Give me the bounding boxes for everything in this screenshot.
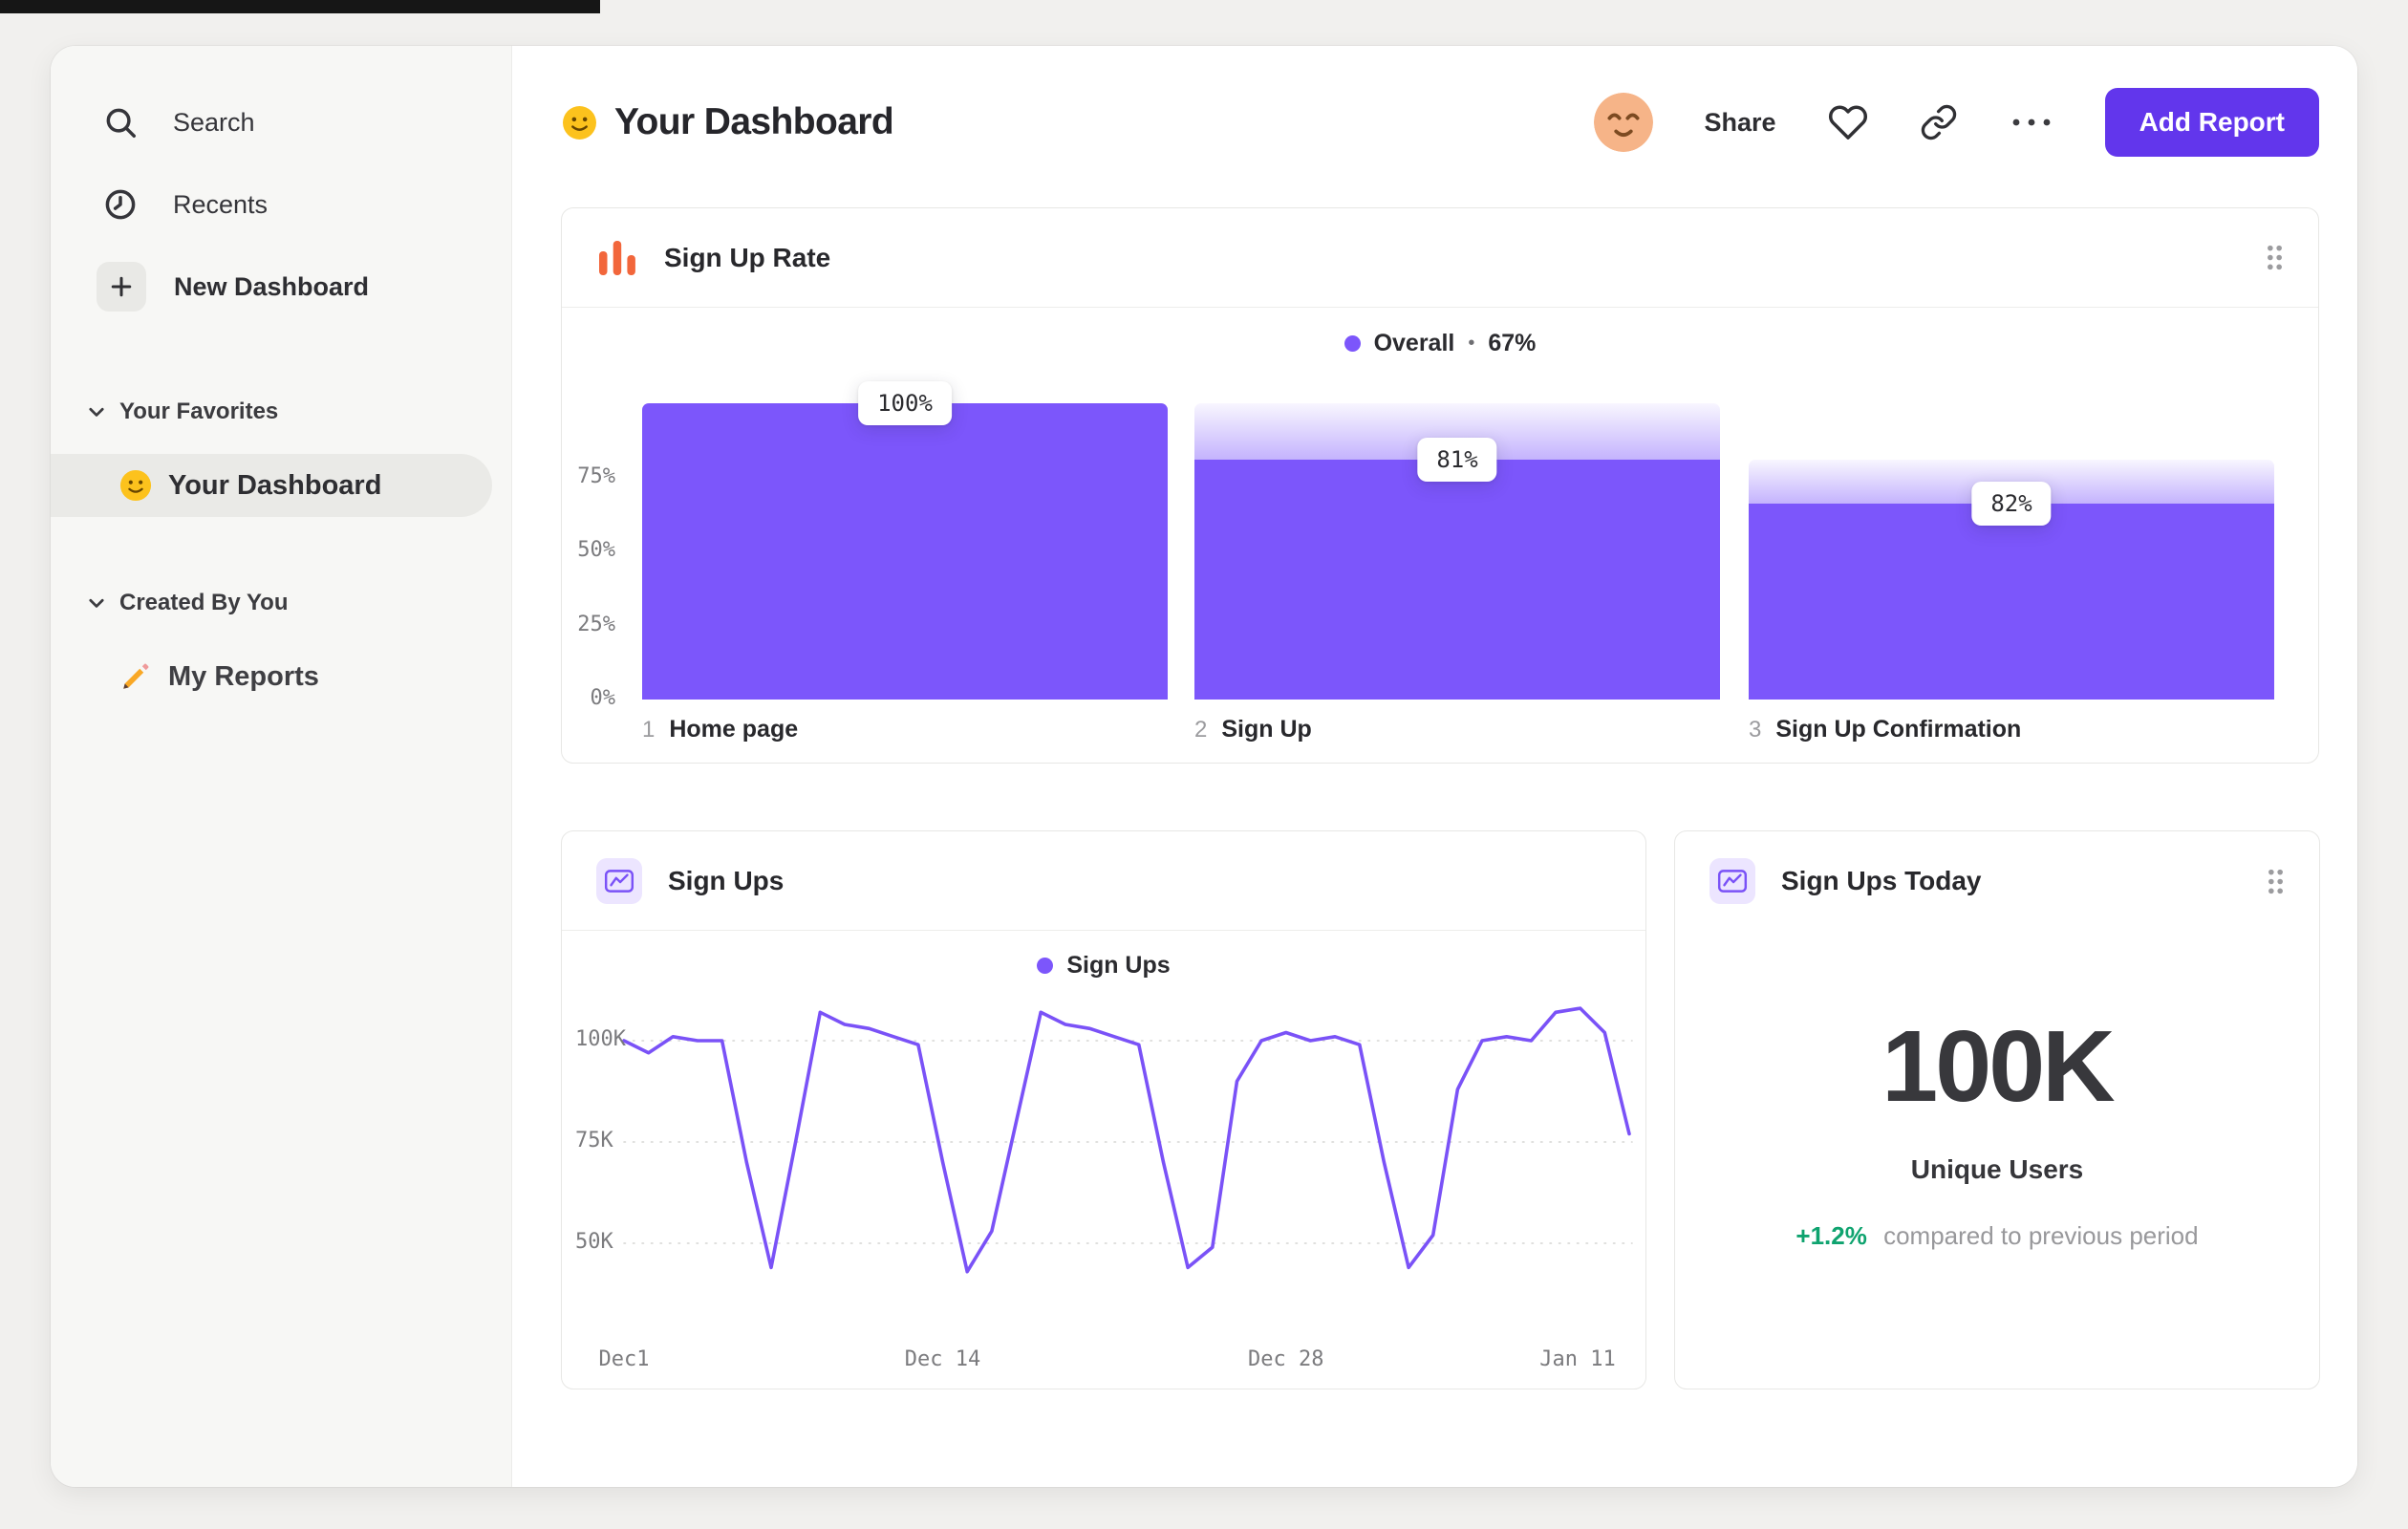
funnel-step-number: 3 — [1749, 717, 1762, 743]
line-y-axis-label: 50K — [575, 1230, 613, 1254]
sidebar-item-search[interactable]: Search — [102, 97, 255, 147]
add-report-button[interactable]: Add Report — [2104, 88, 2319, 157]
section-header-created-by-you[interactable]: Created By You — [86, 584, 289, 622]
card-sign-up-rate: Sign Up Rate Overall • 67% 100% 1 Home pag… — [561, 207, 2319, 764]
funnel-y-axis-label: 25% — [577, 612, 615, 636]
line-y-axis-label: 75K — [575, 1129, 613, 1152]
search-icon — [106, 108, 136, 138]
relieved-face-avatar-icon — [1593, 93, 1653, 152]
sidebar-item-label: Search — [173, 107, 255, 137]
funnel-category-name: Home page — [669, 716, 799, 743]
signups-line — [622, 1006, 1631, 1274]
funnel-plot: 100% 1 Home page 81% 2 Sign Up 82% 3 Sign Up Con… — [562, 208, 2318, 763]
funnel-y-axis-label: 50% — [577, 538, 615, 562]
line-x-axis-label: Dec 14 — [904, 1347, 981, 1371]
section-header-your-favorites[interactable]: Your Favorites — [86, 393, 278, 431]
line-x-axis-label: Jan 11 — [1539, 1347, 1616, 1371]
clock-icon — [105, 189, 136, 220]
funnel-category-name: Sign Up — [1221, 716, 1312, 743]
share-button[interactable]: Share — [1705, 108, 1776, 138]
card-sign-ups: Sign Ups Sign Ups 100K 75K 50K Dec1 Dec 14 De… — [561, 830, 1646, 1389]
funnel-bar-fill — [642, 403, 1168, 700]
signups-line-svg — [622, 1006, 1633, 1274]
page-title: Your Dashboard — [614, 101, 894, 142]
metric-delta: +1.2% — [1795, 1221, 1867, 1250]
funnel-bar-value-label: 100% — [858, 381, 952, 425]
chevron-down-icon — [89, 598, 104, 608]
chevron-down-icon — [89, 407, 104, 417]
sidebar-item-recents[interactable]: Recents — [102, 180, 268, 229]
metric-delta-note: compared to previous period — [1883, 1221, 2199, 1250]
dashboard-title-group: Your Dashboard — [562, 101, 894, 143]
funnel-category-label: 2 Sign Up — [1194, 716, 1312, 743]
sidebar-item-label: My Reports — [168, 660, 319, 692]
smiley-emoji-icon — [563, 105, 596, 140]
sidebar-item-label: Recents — [173, 189, 269, 219]
funnel-bar-value-label: 81% — [1417, 437, 1497, 482]
funnel-step-number: 2 — [1194, 717, 1208, 743]
sidebar: Search Recents New Dashboard Your Favori… — [51, 46, 512, 1487]
line-x-axis-label: Dec1 — [598, 1347, 650, 1371]
smiley-emoji-icon — [119, 469, 152, 502]
header-actions: Share Add Report — [1593, 88, 2319, 157]
funnel-bar-fill — [1194, 459, 1720, 700]
funnel-category-label: 1 Home page — [642, 716, 798, 743]
funnel-y-axis-label: 75% — [577, 463, 615, 488]
funnel-category-label: 3 Sign Up Confirmation — [1749, 716, 2021, 743]
funnel-y-axis-label: 0% — [590, 686, 616, 710]
user-avatar[interactable] — [1593, 93, 1653, 152]
app-window: Search Recents New Dashboard Your Favori… — [51, 46, 2357, 1487]
plus-icon — [97, 262, 146, 312]
line-chart-icon — [1709, 858, 1755, 904]
window-edge — [0, 0, 600, 13]
more-options-icon[interactable] — [2010, 115, 2053, 130]
sidebar-item-new-dashboard[interactable]: New Dashboard — [97, 262, 369, 312]
sidebar-item-label: New Dashboard — [174, 271, 370, 301]
main-content: Your Dashboard Share Add Report Sign Up … — [512, 46, 2357, 1487]
card-title: Sign Ups Today — [1781, 866, 1982, 895]
drag-handle-icon[interactable] — [2267, 868, 2285, 895]
line-x-axis-label: Dec 28 — [1248, 1347, 1324, 1371]
card-header: Sign Ups Today — [1675, 831, 2319, 931]
dashboard-header: Your Dashboard Share Add Report — [562, 86, 2319, 159]
sidebar-item-my-reports[interactable]: My Reports — [119, 645, 319, 708]
funnel-bar-value-label: 82% — [1971, 482, 2052, 527]
card-sign-ups-today: Sign Ups Today 100K Unique Users +1.2% c… — [1674, 830, 2320, 1389]
line-y-axis-label: 100K — [575, 1027, 626, 1051]
metric-label: Unique Users — [1910, 1154, 2084, 1184]
sidebar-item-label: Your Dashboard — [168, 469, 382, 501]
funnel-bar-fill — [1749, 504, 2274, 700]
pencil-emoji-icon — [123, 663, 149, 689]
copy-link-icon[interactable] — [1920, 103, 1958, 141]
section-title: Created By You — [119, 590, 289, 615]
funnel-bar[interactable] — [642, 403, 1168, 700]
favorite-heart-icon[interactable] — [1828, 102, 1868, 142]
sidebar-item-your-dashboard[interactable]: Your Dashboard — [51, 454, 492, 517]
section-title: Your Favorites — [119, 398, 279, 424]
funnel-category-name: Sign Up Confirmation — [1775, 716, 2022, 743]
metric-delta-row: +1.2% compared to previous period — [1675, 1221, 2319, 1251]
metric-value: 100K — [1881, 1010, 2115, 1123]
line-plot: 100K 75K 50K Dec1 Dec 14 Dec 28 Jan 11 — [562, 831, 1645, 1389]
funnel-step-number: 1 — [642, 717, 656, 743]
